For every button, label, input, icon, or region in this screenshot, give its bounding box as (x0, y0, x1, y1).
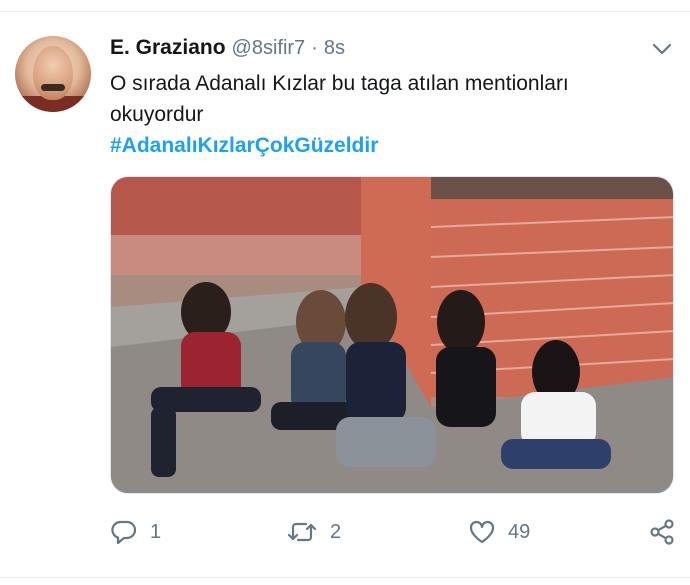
separator-dot: · (311, 37, 318, 59)
reply-count: 1 (150, 520, 162, 543)
retweet-icon (287, 522, 317, 542)
chevron-down-icon[interactable] (651, 40, 673, 58)
bottom-divider (0, 577, 690, 578)
share-button[interactable] (648, 514, 676, 550)
avatar[interactable] (15, 36, 91, 112)
tweet-timestamp[interactable]: 8s (324, 37, 345, 60)
share-icon (650, 519, 674, 545)
like-count: 49 (508, 520, 531, 543)
reply-icon (111, 520, 137, 545)
tweet-text: O sırada Adanalı Kızlar bu taga atılan m… (110, 72, 569, 126)
tweet-header: E. Graziano @8sifir7 · 8s (110, 36, 345, 64)
tweet-photo[interactable] (110, 176, 674, 494)
retweet-count: 2 (330, 520, 342, 543)
avatar-mustache (41, 84, 65, 91)
author-handle[interactable]: @8sifir7 (232, 37, 306, 60)
reply-button[interactable]: 1 (110, 514, 161, 550)
photo-illustration (111, 177, 673, 493)
avatar-face (33, 46, 73, 100)
heart-icon (469, 520, 495, 544)
author-name[interactable]: E. Graziano (110, 36, 226, 60)
top-divider (0, 11, 690, 12)
hashtag-link[interactable]: #AdanalıKızlarÇokGüzeldir (110, 130, 378, 161)
tweet-actions: 1 2 49 (110, 514, 680, 550)
like-button[interactable]: 49 (468, 514, 530, 550)
retweet-button[interactable]: 2 (286, 514, 341, 550)
